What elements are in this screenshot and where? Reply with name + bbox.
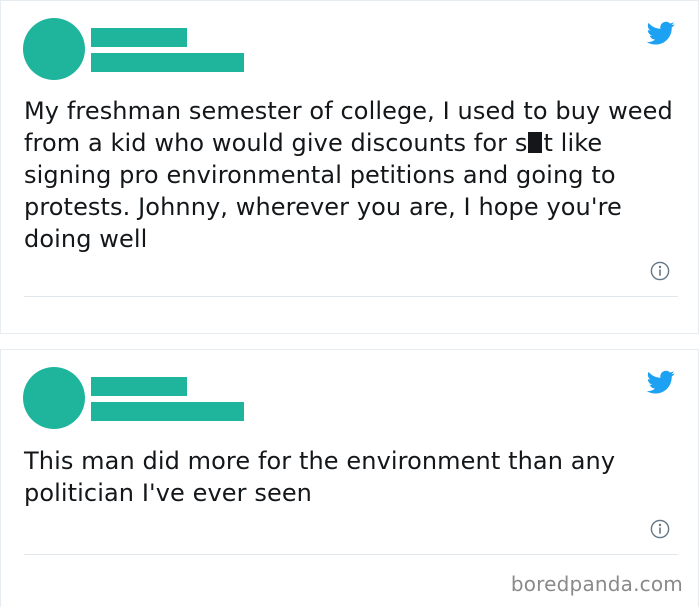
handle-redacted[interactable] xyxy=(91,53,244,72)
info-icon[interactable] xyxy=(650,261,670,281)
divider xyxy=(24,554,678,555)
display-name-redacted[interactable] xyxy=(91,28,187,47)
tweet-card-2: This man did more for the environment th… xyxy=(0,349,699,607)
censor-block xyxy=(528,132,543,153)
avatar-placeholder[interactable] xyxy=(23,367,85,429)
tweet-text: My freshman semester of college, I used … xyxy=(24,97,673,253)
twitter-bird-icon[interactable] xyxy=(644,368,678,396)
avatar-placeholder[interactable] xyxy=(23,18,85,80)
twitter-bird-icon[interactable] xyxy=(644,19,678,47)
info-icon[interactable] xyxy=(650,519,670,539)
watermark: boredpanda.com xyxy=(510,572,683,596)
tweet-card-1: My freshman semester of college, I used … xyxy=(0,0,699,334)
tweet-text: This man did more for the environment th… xyxy=(24,447,616,507)
handle-redacted[interactable] xyxy=(91,402,244,421)
divider xyxy=(24,296,678,297)
display-name-redacted[interactable] xyxy=(91,377,187,396)
